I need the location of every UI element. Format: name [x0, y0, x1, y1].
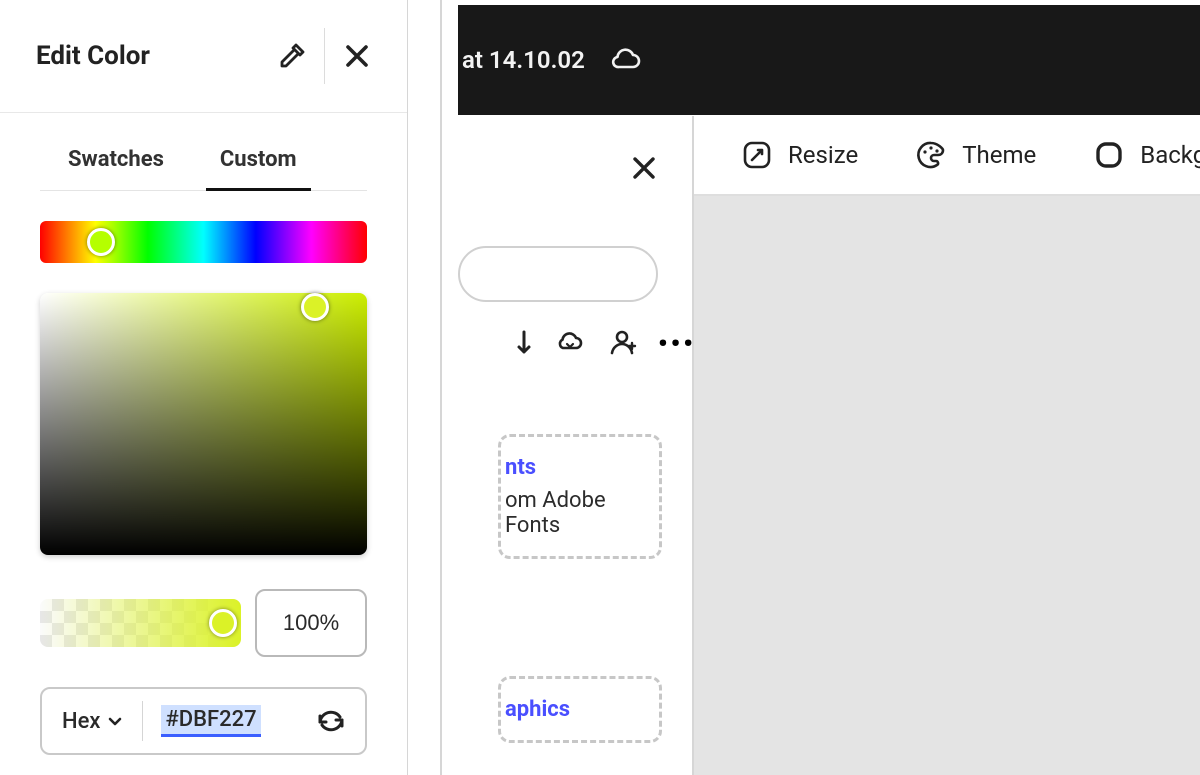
opacity-row: [40, 589, 367, 657]
fonts-card-link: nts: [505, 455, 653, 480]
more-menu-icon[interactable]: •••: [658, 327, 696, 357]
swap-icon[interactable]: [502, 326, 534, 358]
header-divider: [324, 28, 325, 84]
app-background: at 14.10.02 Resize Theme Backgro: [408, 0, 1200, 775]
opacity-input[interactable]: [255, 589, 367, 657]
resize-tool[interactable]: Resize: [740, 138, 858, 172]
panel-divider: [440, 0, 442, 775]
square-icon: [1092, 138, 1126, 172]
brand-panel: ••• nts om Adobe Fonts aphics: [458, 116, 692, 775]
color-value-row: Hex #DBF227: [40, 687, 367, 755]
edit-color-panel: Edit Color Swatches Custom: [0, 0, 408, 775]
hue-slider-handle[interactable]: [87, 228, 115, 256]
value-divider: [142, 701, 143, 741]
brand-search-input[interactable]: [458, 246, 658, 302]
chevron-down-icon: [106, 712, 124, 730]
edit-color-header: Edit Color: [0, 0, 407, 113]
add-person-icon[interactable]: [606, 326, 638, 358]
tab-custom[interactable]: Custom: [212, 131, 305, 190]
color-convert-button[interactable]: [311, 701, 351, 741]
close-color-panel-button[interactable]: [335, 34, 379, 78]
eyedropper-button[interactable]: [270, 34, 314, 78]
tab-swatches[interactable]: Swatches: [60, 131, 172, 190]
fonts-card-subtitle: om Adobe Fonts: [505, 488, 653, 538]
tool-ribbon: Resize Theme Backgro: [694, 116, 1200, 196]
saturation-field-handle[interactable]: [301, 293, 329, 321]
background-label: Backgro: [1140, 141, 1200, 169]
theme-label: Theme: [962, 141, 1036, 169]
cloud-sync-icon[interactable]: [609, 43, 643, 77]
document-topbar: at 14.10.02: [458, 5, 1200, 115]
hex-value-input[interactable]: #DBF227: [161, 705, 260, 737]
opacity-slider[interactable]: [40, 599, 241, 647]
hue-slider[interactable]: [40, 221, 367, 263]
color-mode-dropdown[interactable]: Hex: [62, 709, 124, 734]
resize-icon: [740, 138, 774, 172]
palette-icon: [914, 138, 948, 172]
canvas-stage[interactable]: [694, 196, 1200, 775]
resize-label: Resize: [788, 141, 858, 169]
cloud-refresh-icon[interactable]: [554, 326, 586, 358]
close-brand-panel-button[interactable]: [628, 152, 660, 184]
color-tabs: Swatches Custom: [40, 131, 367, 191]
opacity-slider-handle[interactable]: [209, 609, 237, 637]
graphics-card-link: aphics: [505, 697, 653, 722]
background-tool[interactable]: Backgro: [1092, 138, 1200, 172]
edit-color-title: Edit Color: [36, 41, 270, 71]
fonts-card[interactable]: nts om Adobe Fonts: [498, 434, 662, 559]
color-mode-label: Hex: [62, 709, 100, 734]
brand-tool-icons: •••: [502, 326, 696, 358]
theme-tool[interactable]: Theme: [914, 138, 1036, 172]
graphics-card[interactable]: aphics: [498, 676, 662, 743]
saturation-field[interactable]: [40, 293, 367, 555]
document-title: at 14.10.02: [462, 46, 585, 74]
